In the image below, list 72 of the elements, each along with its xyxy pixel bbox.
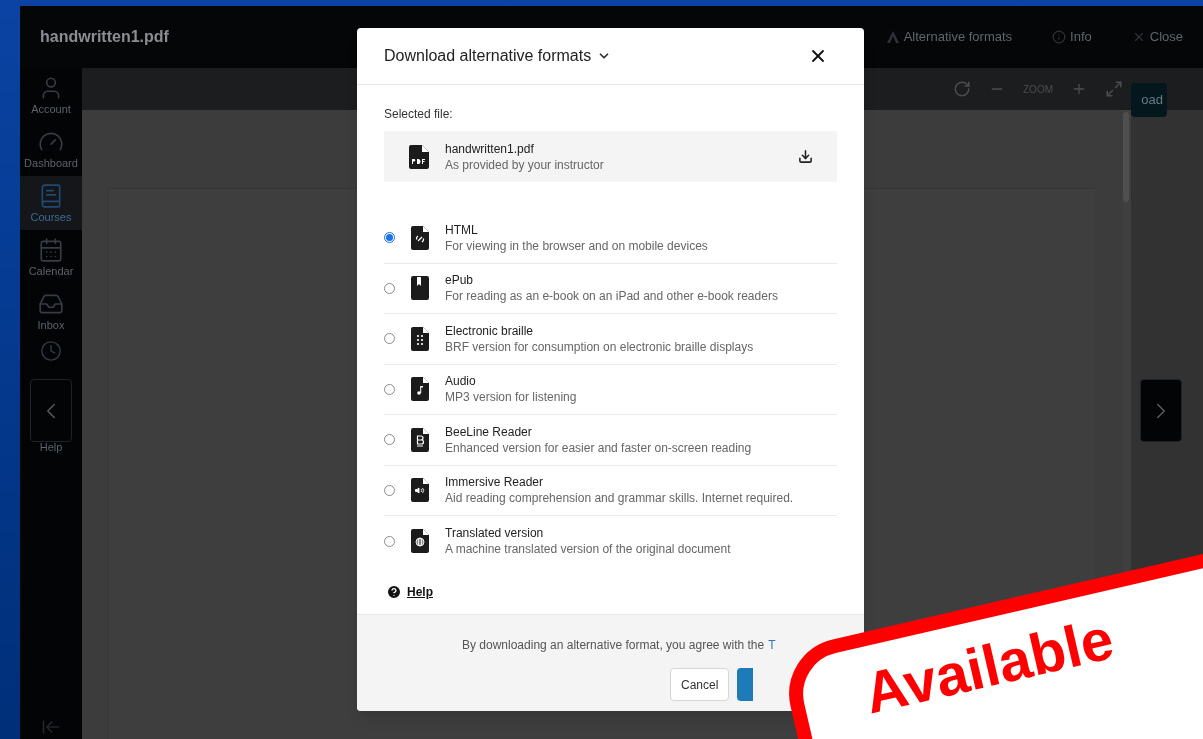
sidebar-item[interactable]: Dashboard: [20, 122, 82, 176]
radio-button[interactable]: [384, 434, 395, 446]
format-option[interactable]: HTML For viewing in the browser and on mobile devices: [384, 213, 837, 264]
download-icon[interactable]: [798, 149, 813, 164]
header-action-button[interactable]: Info: [1070, 27, 1092, 47]
format-name: HTML: [445, 221, 479, 238]
sidebar-label: Dashboard: [24, 156, 78, 170]
radio-button[interactable]: [384, 484, 395, 496]
sidebar-label: Calendar: [28, 264, 74, 278]
file-speaker-icon: [410, 477, 430, 504]
sidebar-label: Help: [39, 441, 63, 454]
format-description: For viewing in the browser and on mobile devices: [445, 237, 708, 254]
header-action-button[interactable]: Alternative formats: [903, 27, 1013, 47]
format-name: Immersive Reader: [445, 474, 545, 491]
sidebar-item[interactable]: Courses: [20, 176, 82, 230]
format-name: ePub: [445, 272, 475, 289]
help-icon: [386, 583, 402, 600]
sidebar-item[interactable]: Inbox: [20, 284, 82, 338]
format-name: Audio: [445, 373, 477, 390]
sidebar-label: Inbox: [37, 318, 65, 332]
radio-button[interactable]: [384, 333, 395, 345]
radio-button[interactable]: [384, 282, 395, 294]
info-icon: [1052, 30, 1067, 44]
format-name: Electronic braille: [445, 322, 535, 339]
format-option[interactable]: ePub For reading as an e-book on an iPad and other e-book readers: [384, 263, 837, 314]
sidebar-item[interactable]: Calendar: [20, 230, 82, 284]
sticker-text: Available: [858, 605, 1120, 726]
radio-button[interactable]: [384, 232, 395, 244]
sidebar-item[interactable]: Account: [20, 68, 82, 122]
file-note: As provided by your instructor: [445, 156, 604, 173]
rotate-icon[interactable]: [953, 80, 971, 98]
sidebar-item[interactable]: Help: [20, 378, 82, 454]
format-description: For reading as an e-book on an iPad and other e-book readers: [445, 288, 778, 305]
format-description: Enhanced version for easier and faster on-screen reading: [445, 439, 752, 456]
file-letter-icon: [410, 426, 430, 453]
format-description: A machine translated version of the original document: [445, 541, 731, 558]
zoom-in-icon[interactable]: [1071, 81, 1087, 97]
file-music-icon: [410, 376, 430, 403]
format-description: BRF version for consumption on electronic braille displays: [445, 338, 754, 355]
expand-icon[interactable]: [1105, 80, 1123, 98]
file-dots-icon: [410, 325, 430, 352]
format-name: Translated version: [445, 525, 545, 542]
format-description: MP3 version for listening: [445, 389, 577, 406]
bookmark-file-icon: [410, 275, 430, 302]
pdf-file-icon: [408, 143, 430, 170]
format-option[interactable]: Immersive Reader Aid reading comprehension and grammar skills. Internet required.: [384, 465, 837, 516]
header-action-button[interactable]: Close: [1149, 27, 1183, 47]
file-link-icon: [410, 224, 430, 251]
format-option[interactable]: Translated version A machine translated version of the original document: [384, 516, 837, 567]
format-description: Aid reading comprehension and grammar skills. Internet required.: [445, 490, 794, 507]
letter-a-icon: [885, 31, 900, 43]
sidebar-label: Courses: [30, 210, 72, 224]
format-name: BeeLine Reader: [445, 423, 533, 440]
selected-file-label: Selected file:: [384, 106, 454, 123]
download-button[interactable]: [737, 668, 754, 701]
radio-button[interactable]: [384, 383, 395, 395]
format-option[interactable]: Audio MP3 version for listening: [384, 364, 837, 415]
radio-button[interactable]: [384, 535, 395, 547]
file-globe-icon: [410, 528, 430, 555]
agreement-text: By downloading an alternative format, you agree with the: [462, 637, 765, 654]
sidebar-label: Account: [31, 102, 71, 116]
format-option[interactable]: Electronic braille BRF version for consumption on electronic braille displays: [384, 314, 837, 365]
dialog-title: Download alternative formats: [384, 46, 592, 66]
help-link[interactable]: Help: [407, 582, 433, 601]
calendar-icon: [38, 236, 64, 263]
cancel-button[interactable]: Cancel: [670, 668, 730, 701]
download-button[interactable]: oad: [1131, 83, 1167, 117]
file-title: handwritten1.pdf: [40, 27, 169, 47]
history-icon: [40, 340, 62, 362]
format-option[interactable]: BeeLine Reader Enhanced version for easier and faster on-screen reading: [384, 415, 837, 466]
file-name: handwritten1.pdf: [445, 140, 535, 157]
terms-link[interactable]: T: [768, 636, 776, 654]
